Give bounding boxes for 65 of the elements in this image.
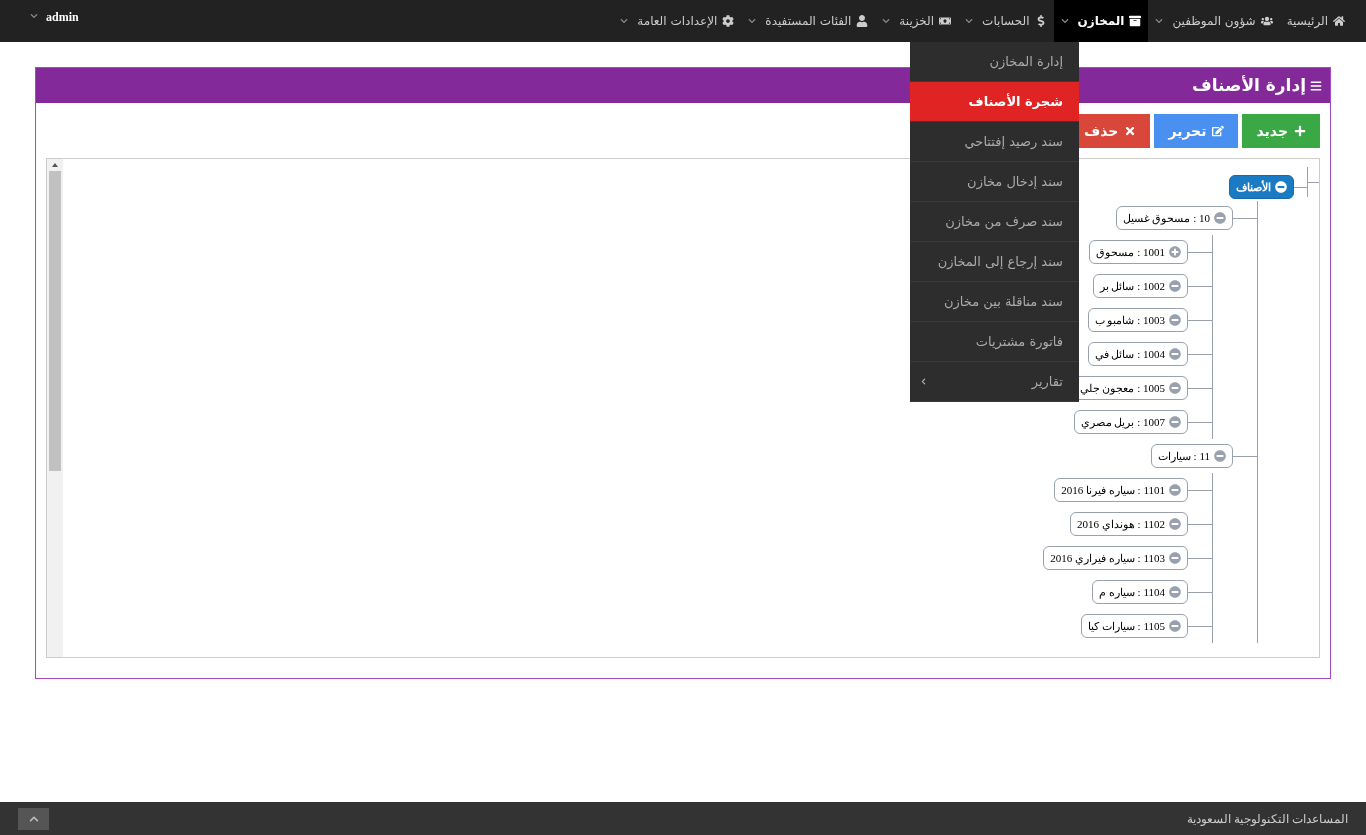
menu-item[interactable]: سند صرف من مخازن: [910, 202, 1079, 242]
menu-icon: [1310, 79, 1322, 92]
tree-node[interactable]: 1101 : سياره فيرنا 2016: [1054, 478, 1188, 502]
tree-node[interactable]: 11 : سيارات: [1150, 444, 1233, 468]
tree-node[interactable]: 1004 : سائل في: [1087, 342, 1188, 366]
tree-node[interactable]: الأصناف: [1229, 175, 1294, 199]
nav-item[interactable]: الإعدادات العامة: [613, 0, 742, 42]
collapse-icon[interactable]: [1169, 620, 1181, 632]
close-icon: [1124, 125, 1137, 137]
collapse-icon[interactable]: [1169, 518, 1181, 530]
collapse-icon[interactable]: [1169, 484, 1181, 496]
collapse-icon[interactable]: [1169, 416, 1181, 428]
collapse-icon[interactable]: [1169, 586, 1181, 598]
collapse-icon[interactable]: [1275, 181, 1287, 193]
chevron-icon: [1060, 17, 1069, 25]
nav-icon: [1129, 15, 1142, 27]
collapse-icon[interactable]: [1169, 314, 1181, 326]
collapse-icon[interactable]: [1169, 382, 1181, 394]
tree-node[interactable]: 1103 : سياره فيراري 2016: [1043, 546, 1188, 570]
nav-icon: [1333, 15, 1345, 27]
panel-title: إدارة الأصناف: [1191, 73, 1306, 97]
nav-item[interactable]: الفئات المستفيدة: [741, 0, 876, 42]
nav-icon: [939, 15, 952, 27]
footer-text: المساعدات التكنولوجية السعودية: [1187, 810, 1348, 828]
menu-item[interactable]: سند رصيد إفتتاحي: [910, 122, 1079, 162]
chevron-icon: [1155, 17, 1164, 25]
nav-icon: [856, 15, 869, 27]
menu-item[interactable]: فاتورة مشتريات: [910, 322, 1079, 362]
tree-node[interactable]: 1104 : سياره م: [1092, 580, 1188, 604]
tree-node[interactable]: 1007 : بريل مصري: [1073, 410, 1188, 434]
menu-item[interactable]: سند إرجاع إلى المخازن: [910, 242, 1079, 282]
collapse-icon[interactable]: [1169, 280, 1181, 292]
menu-item[interactable]: تقارير: [910, 362, 1079, 402]
plus-icon: [1294, 125, 1306, 137]
chevron-icon: [920, 378, 927, 385]
nav-icon: [722, 15, 735, 27]
menu-item[interactable]: سند مناقلة بين مخازن: [910, 282, 1079, 322]
menu-item[interactable]: سند إدخال مخازن: [910, 162, 1079, 202]
nav-item[interactable]: المخازن: [1053, 0, 1149, 42]
chevron-icon: [882, 17, 891, 25]
tree-node[interactable]: 1102 : هونداي 2016: [1070, 512, 1188, 536]
tree-node[interactable]: 1001 : مسحوق: [1089, 240, 1188, 264]
edit-icon: [1212, 125, 1225, 137]
tree-node[interactable]: 1105 : سيارات كيا: [1081, 614, 1188, 638]
tree-node[interactable]: 1002 : سائل بر: [1092, 274, 1188, 298]
tree-node[interactable]: 10 : مسحوق غسيل: [1115, 206, 1233, 230]
collapse-icon[interactable]: [1214, 450, 1226, 462]
menu-item[interactable]: شجرة الأصناف: [910, 82, 1079, 122]
collapse-icon[interactable]: [1214, 212, 1226, 224]
user-menu[interactable]: admin: [0, 0, 79, 42]
chevron-icon: [620, 17, 629, 25]
chevron-icon: [965, 17, 974, 25]
nav-item[interactable]: الحسابات: [958, 0, 1054, 42]
nav-icon: [1260, 15, 1273, 27]
nav-item[interactable]: شؤون الموظفين: [1148, 0, 1280, 42]
nav-item[interactable]: الرئيسية: [1279, 0, 1352, 42]
scrollbar[interactable]: [47, 159, 63, 657]
expand-icon[interactable]: [1169, 246, 1181, 258]
collapse-icon[interactable]: [1169, 552, 1181, 564]
scroll-top-button[interactable]: [18, 807, 49, 830]
chevron-icon: [30, 12, 38, 20]
nav-item[interactable]: الخزينة: [875, 0, 959, 42]
chevron-icon: [748, 17, 757, 25]
tree-node[interactable]: 1003 : شامبو ب: [1087, 308, 1188, 332]
collapse-icon[interactable]: [1169, 348, 1181, 360]
